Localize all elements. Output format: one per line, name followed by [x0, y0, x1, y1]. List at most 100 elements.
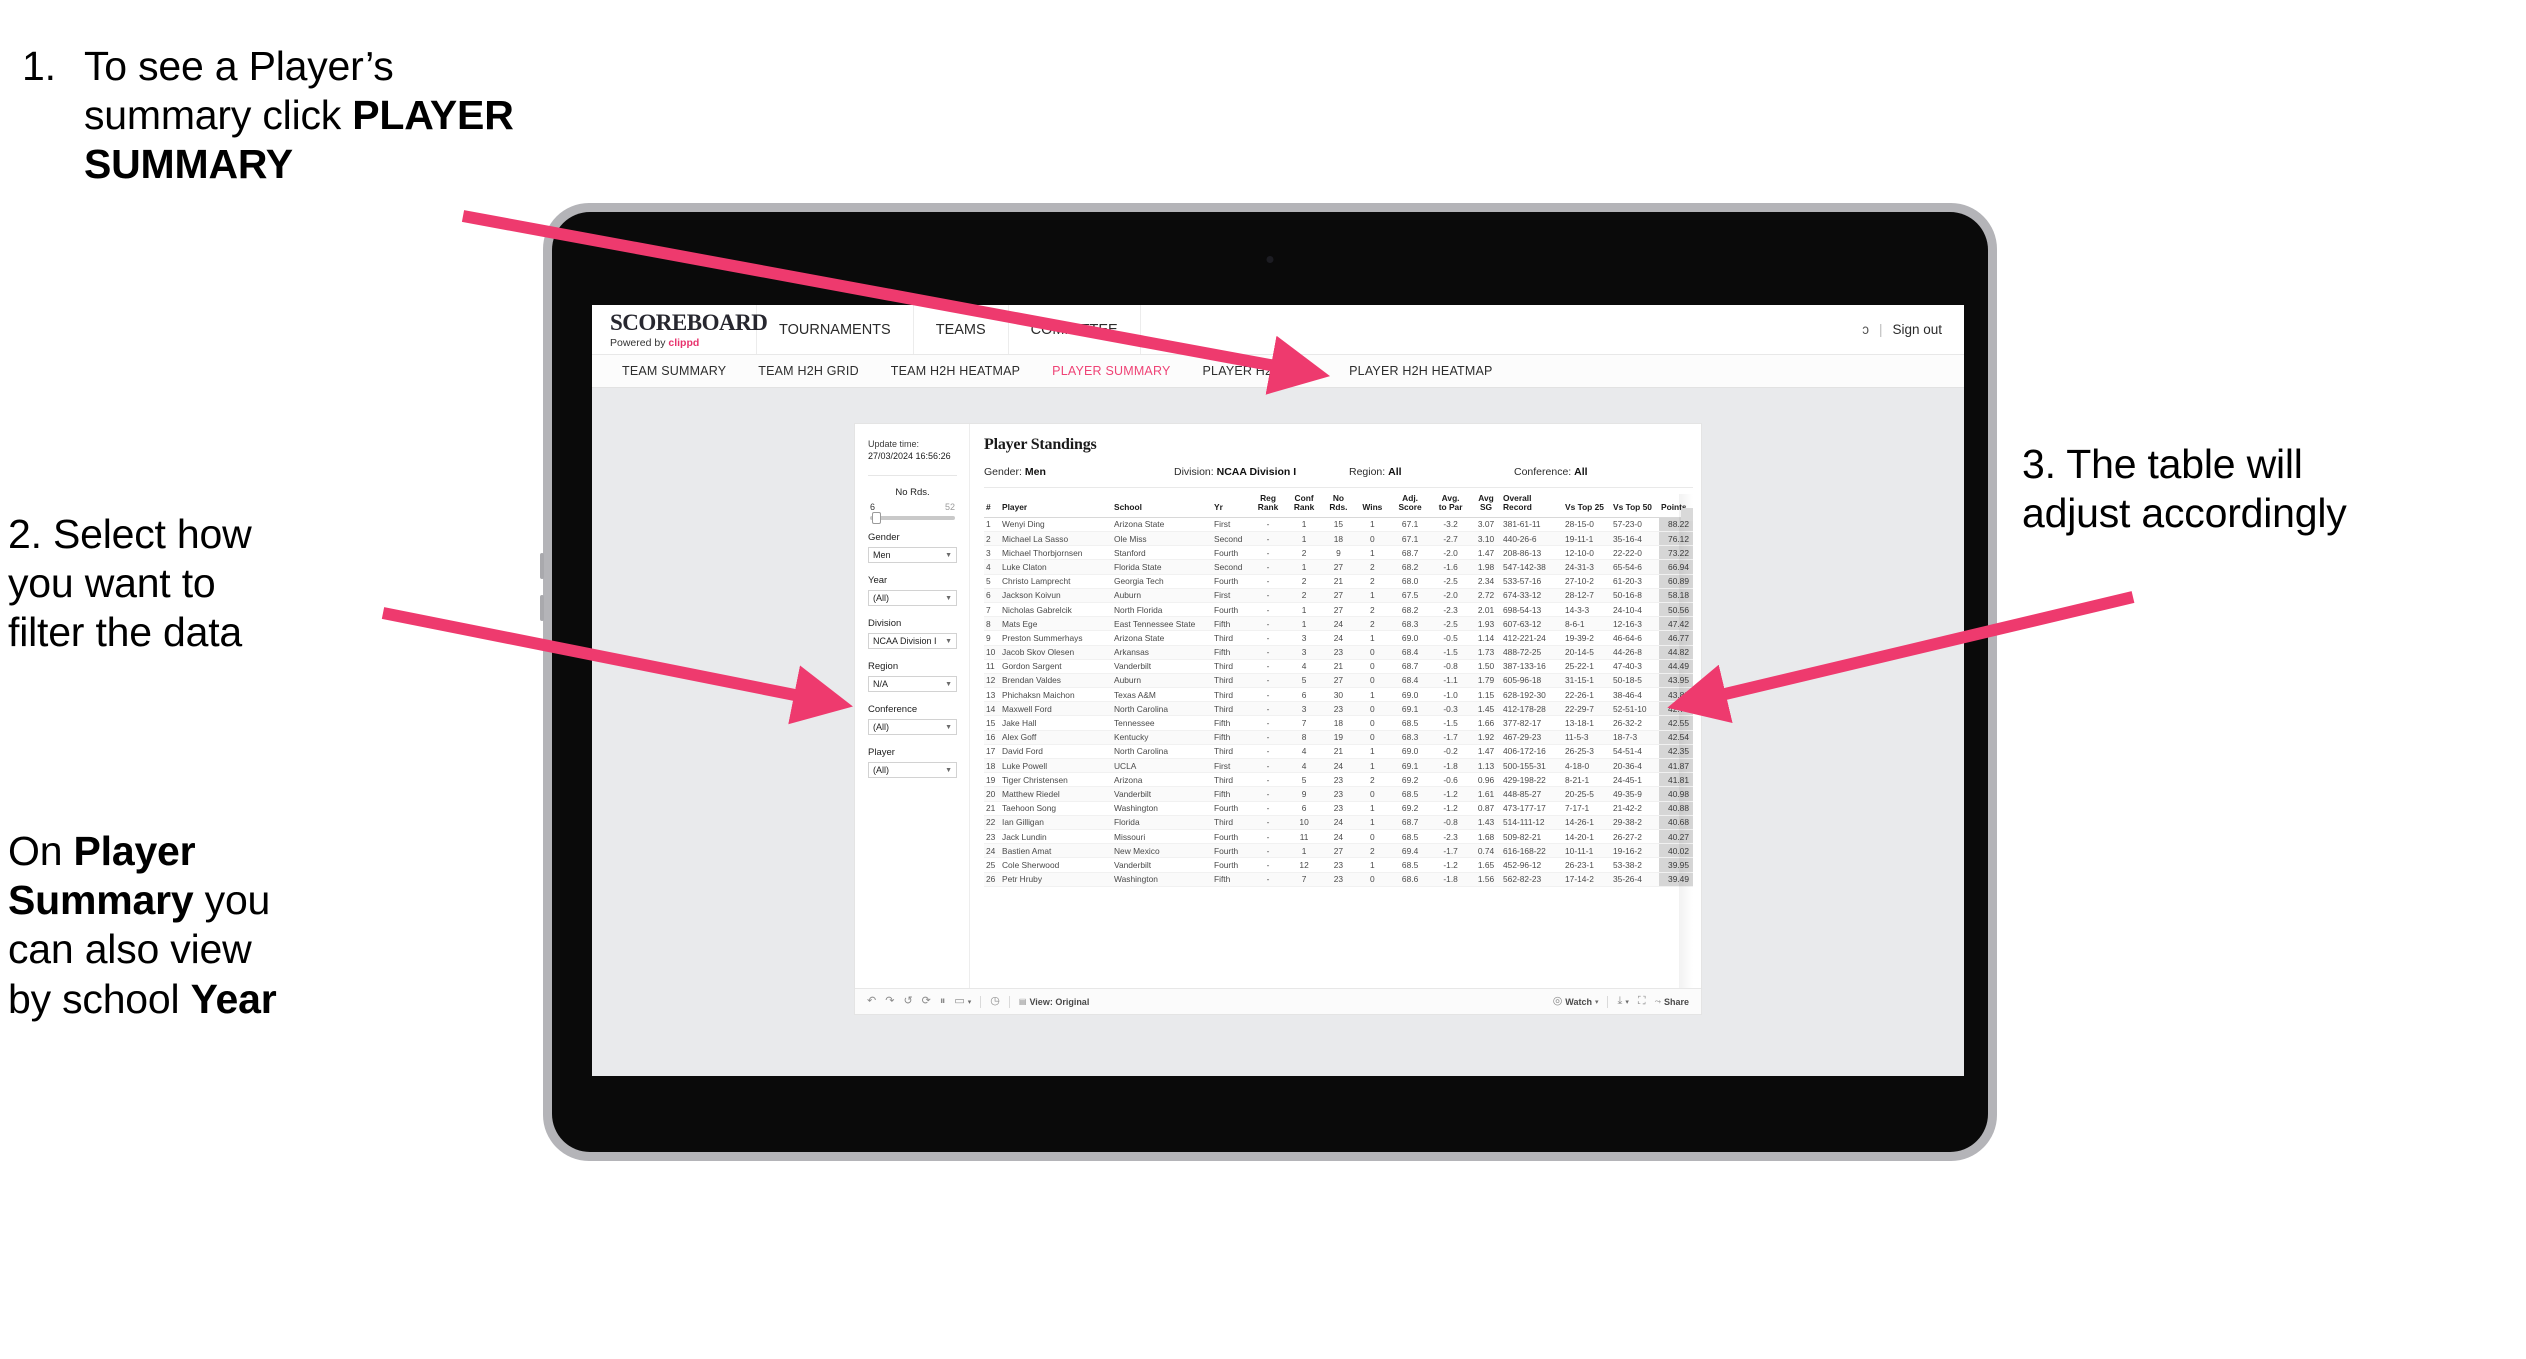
cell-num: 16 [984, 730, 1000, 745]
download-icon[interactable]: ⤓ ▾ [1617, 996, 1628, 1007]
summary-gender: Gender: Men [984, 466, 1174, 478]
cell-avg_to_par: -1.7 [1430, 730, 1472, 745]
no-rds-slider-handle[interactable] [872, 512, 881, 525]
tab-team-h2h-grid[interactable]: TEAM H2H GRID [742, 364, 875, 378]
filter-conference: Conference (All) ▼ [868, 704, 957, 736]
column-header-yr[interactable]: Yr [1212, 494, 1250, 518]
table-row[interactable]: 21 Taehoon Song Washington Fourth -6 23 1 69.2-… [984, 801, 1693, 816]
cell-no_rds: 24 [1322, 815, 1355, 830]
table-row[interactable]: 19 Tiger Christensen Arizona Third -5 23 2 69.2… [984, 772, 1693, 788]
refresh-data-icon[interactable]: ⟳ [922, 996, 931, 1007]
column-header-vs_top_50[interactable]: Vs Top 50 [1611, 494, 1659, 518]
table-row[interactable]: 8 Mats Ege East Tennessee State Fifth -1 24 2 6… [984, 616, 1693, 632]
table-row[interactable]: 22 Ian Gilligan Florida Third -10 24 1 68.7 -0.8… [984, 815, 1693, 830]
revert-icon[interactable]: ↺ [903, 996, 912, 1007]
column-header-player[interactable]: Player [1000, 494, 1112, 518]
table-row[interactable]: 1 Wenyi Ding Arizona State First -1 15 1 67.1 -3… [984, 517, 1693, 533]
table-row[interactable]: 14 Maxwell Ford North Carolina Third -3 23 0 69… [984, 701, 1693, 717]
zoom-select-icon[interactable]: ▭ ▾ [954, 996, 971, 1007]
cell-avg_sg: 1.15 [1471, 687, 1501, 703]
column-header-reg_rank[interactable]: Reg Rank [1250, 494, 1287, 518]
cell-avg_sg: 1.47 [1471, 545, 1501, 561]
view-original-button[interactable]: ▤ View: Original [1019, 997, 1089, 1007]
conference-select[interactable]: (All) ▼ [868, 719, 957, 736]
cell-overall_record: 387-133-16 [1501, 659, 1563, 674]
column-header-adj_score[interactable]: Adj. Score [1390, 494, 1431, 518]
tab-team-summary[interactable]: TEAM SUMMARY [606, 364, 742, 378]
table-row[interactable]: 26 Petr Hruby Washington Fifth -7 23 0 68.6 -1.8… [984, 872, 1693, 887]
cell-vs_top_25: 26-23-1 [1563, 857, 1611, 873]
no-rds-slider[interactable] [870, 512, 955, 525]
redo-icon[interactable]: ↷ [885, 996, 894, 1007]
cell-wins: 1 [1354, 801, 1390, 816]
column-header-no_rds[interactable]: No Rds. [1322, 494, 1355, 518]
table-row[interactable]: 16 Alex Goff Kentucky Fifth -8 19 0 68.3 -1.7 1.9… [984, 730, 1693, 745]
fullscreen-icon[interactable]: ⛶ [1638, 996, 1646, 1007]
region-select[interactable]: N/A ▼ [868, 676, 957, 693]
cell-avg_to_par: -1.7 [1430, 843, 1472, 859]
division-select[interactable]: NCAA Division I ▼ [868, 633, 957, 650]
table-row[interactable]: 3 Michael Thorbjornsen Stanford Fourth -2 9 1 6… [984, 545, 1693, 561]
column-header-conf_rank[interactable]: Conf Rank [1286, 494, 1323, 518]
cell-adj_score: 68.6 [1390, 872, 1431, 887]
nav-item-committee[interactable]: COMMITTEE [1009, 305, 1141, 354]
column-header-avg_to_par[interactable]: Avg. to Par [1430, 494, 1472, 518]
cell-num: 24 [984, 843, 1000, 859]
cell-conf_rank: 1 [1286, 531, 1323, 547]
undo-icon[interactable]: ↶ [867, 996, 876, 1007]
cell-school: Ole Miss [1112, 531, 1212, 547]
header-actions: ɔ | Sign out [1862, 305, 1964, 354]
pause-updates-icon[interactable]: ⏸ [940, 996, 946, 1007]
year-select[interactable]: (All) ▼ [868, 590, 957, 607]
column-header-avg_sg[interactable]: Avg SG [1471, 494, 1501, 518]
tab-player-summary[interactable]: PLAYER SUMMARY [1036, 364, 1186, 378]
cell-yr: Third [1212, 744, 1250, 760]
cell-no_rds: 9 [1322, 545, 1355, 561]
table-row[interactable]: 17 David Ford North Carolina Third -4 21 1 69.0… [984, 744, 1693, 760]
sign-out-link[interactable]: Sign out [1892, 322, 1942, 337]
table-scrollbar-thumb[interactable] [1681, 508, 1693, 521]
table-row[interactable]: 25 Cole Sherwood Vanderbilt Fourth -12 23 1 68.… [984, 857, 1693, 873]
table-row[interactable]: 2 Michael La Sasso Ole Miss Second -1 18 0 67.1… [984, 531, 1693, 547]
cell-vs_top_50: 47-40-3 [1611, 659, 1659, 674]
nav-item-tournaments[interactable]: TOURNAMENTS [757, 305, 914, 354]
column-header-num[interactable]: # [984, 494, 1000, 518]
cell-school: Florida [1112, 815, 1212, 830]
table-row[interactable]: 7 Nicholas Gabrelcik North Florida Fourth -1… [984, 602, 1693, 618]
nav-item-teams[interactable]: TEAMS [914, 305, 1009, 354]
cell-avg_sg: 1.68 [1471, 829, 1501, 845]
column-header-school[interactable]: School [1112, 494, 1212, 518]
watch-button[interactable]: ◎ Watch ▾ [1553, 996, 1599, 1007]
share-button[interactable]: ⤳ Share [1655, 997, 1689, 1007]
table-row[interactable]: 12 Brendan Valdes Auburn Third -5 27 0 68.4 -1.1… [984, 673, 1693, 689]
table-row[interactable]: 6 Jackson Koivun Auburn First -2 27 1 67.5 -2.0 2… [984, 588, 1693, 603]
cell-vs_top_50: 24-45-1 [1611, 772, 1659, 788]
gender-select[interactable]: Men ▼ [868, 547, 957, 564]
cell-avg_sg: 1.79 [1471, 673, 1501, 689]
table-row[interactable]: 24 Bastien Amat New Mexico Fourth -1 27 2 69.4-… [984, 843, 1693, 859]
cell-yr: Third [1212, 659, 1250, 674]
cell-avg_to_par: -1.2 [1430, 786, 1472, 802]
tab-team-h2h-heatmap[interactable]: TEAM H2H HEATMAP [875, 364, 1036, 378]
undo-history-icon[interactable]: ◷ [990, 996, 1000, 1007]
column-header-wins[interactable]: Wins [1354, 494, 1390, 518]
tab-player-h2h-heatmap[interactable]: PLAYER H2H HEATMAP [1333, 364, 1508, 378]
table-row[interactable]: 18 Luke Powell UCLA First -4 24 1 69.1 -1.8 1.13 5… [984, 758, 1693, 774]
column-header-vs_top_25[interactable]: Vs Top 25 [1563, 494, 1611, 518]
table-row[interactable]: 15 Jake Hall Tennessee Fifth -7 18 0 68.5 -1.5 1.… [984, 715, 1693, 731]
column-header-overall_record[interactable]: Overall Record [1501, 494, 1563, 518]
table-row[interactable]: 20 Matthew Riedel Vanderbilt Fifth -9 23 0 68.5… [984, 786, 1693, 802]
player-select[interactable]: (All) ▼ [868, 762, 957, 779]
tab-player-h2h-grid[interactable]: PLAYER H2H GRID [1187, 364, 1334, 378]
table-row[interactable]: 5 Christo Lamprecht Georgia Tech Fourth -2 21… [984, 574, 1693, 589]
table-row[interactable]: 4 Luke Claton Florida State Second -1 27 2 68.2… [984, 559, 1693, 575]
table-row[interactable]: 9 Preston Summerhays Arizona State Third -3 2… [984, 630, 1693, 646]
cell-avg_to_par: -0.8 [1430, 659, 1472, 674]
header-truncated-item[interactable]: ɔ [1862, 322, 1869, 337]
table-row[interactable]: 10 Jacob Skov Olesen Arkansas Fifth -3 23 0 68.… [984, 645, 1693, 660]
chevron-down-icon: ▼ [945, 766, 952, 774]
table-row[interactable]: 11 Gordon Sargent Vanderbilt Third -4 21 0 68.7… [984, 659, 1693, 674]
table-row[interactable]: 13 Phichaksn Maichon Texas A&M Third -6 30 1 69… [984, 687, 1693, 703]
table-row[interactable]: 23 Jack Lundin Missouri Fourth -11 24 0 68.5 -2.… [984, 829, 1693, 845]
cell-vs_top_50: 20-36-4 [1611, 758, 1659, 774]
